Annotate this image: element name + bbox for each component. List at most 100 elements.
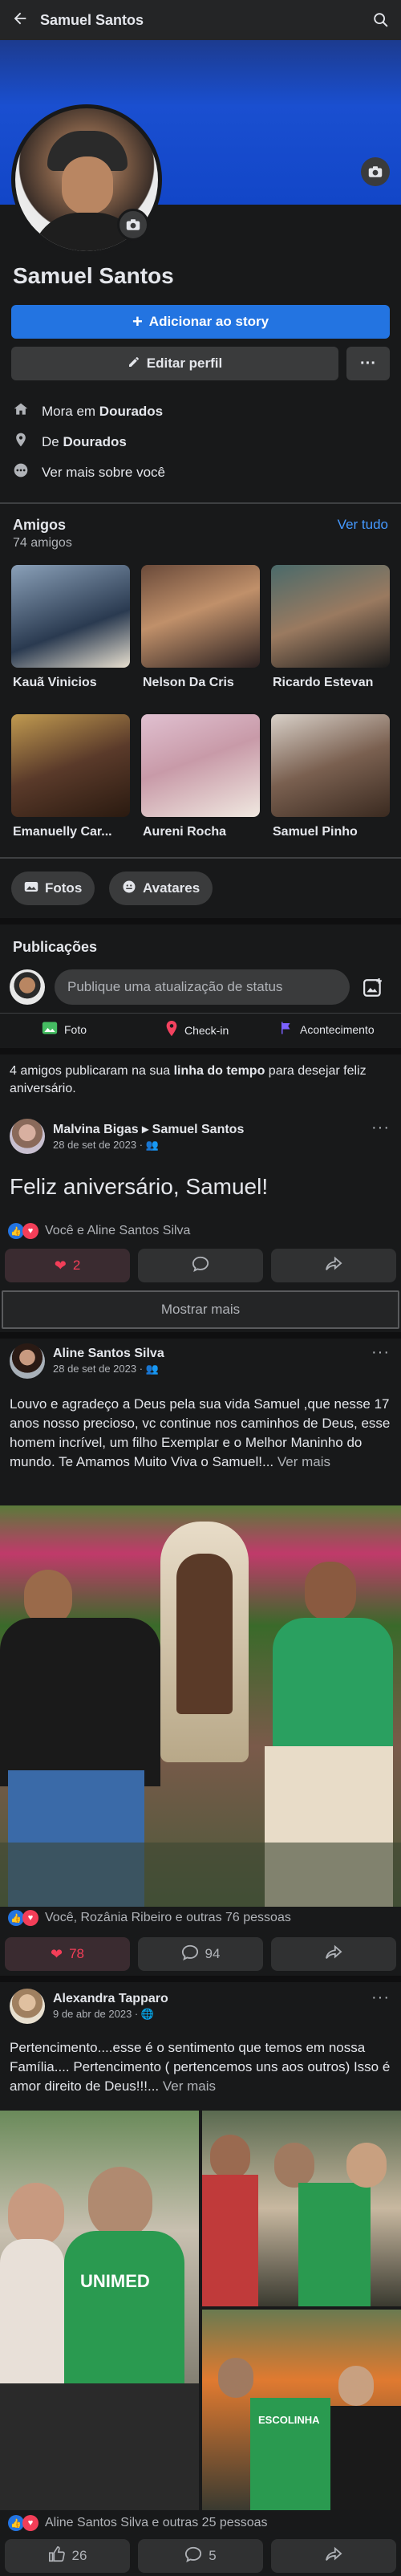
comment-icon: [192, 1255, 209, 1277]
composer-avatar[interactable]: [10, 969, 45, 1005]
share-icon: [325, 1944, 342, 1965]
love-reaction-icon: ♥: [22, 2515, 38, 2531]
birthday-notice: 4 amigos publicaram na sua linha do temp…: [10, 1064, 367, 1095]
post-header: Aline Santos Silva 28 de set de 2023 · 👥: [10, 1343, 164, 1379]
reaction-summary[interactable]: 👍 ♥ Você e Aline Santos Silva: [8, 1223, 190, 1239]
heart-icon: ❤: [50, 1945, 63, 1962]
thumbs-up-icon: [48, 2546, 66, 2567]
info-row-see-more[interactable]: Ver mais sobre você: [13, 462, 165, 482]
avatar-camera-icon[interactable]: [117, 209, 149, 241]
see-more-link[interactable]: Ver mais: [163, 2078, 216, 2094]
post-date: 9 de abr de 2023 · 🌐: [53, 2008, 155, 2020]
friend-name[interactable]: Emanuelly Car...: [13, 825, 133, 839]
love-button[interactable]: ❤ 78: [5, 1937, 130, 1971]
friend-name[interactable]: Aureni Rocha: [143, 825, 263, 839]
friend-photo[interactable]: [11, 565, 130, 668]
friends-count: 74 amigos: [13, 536, 72, 550]
author-avatar[interactable]: [10, 1343, 45, 1379]
section-gap: [0, 1976, 401, 1982]
post-author[interactable]: Malvina Bigas ▸ Samuel Santos: [53, 1121, 244, 1137]
post-text: Pertencimento....esse é o sentimento que…: [10, 2040, 391, 2094]
friend-photo[interactable]: [11, 714, 130, 817]
more-options-button[interactable]: ···: [346, 347, 390, 380]
post-photo[interactable]: [202, 2111, 401, 2306]
add-story-button[interactable]: + Adicionar ao story: [11, 305, 390, 339]
post-photo[interactable]: UNIMED: [0, 2111, 199, 2510]
author-avatar[interactable]: [10, 1119, 45, 1154]
tab-avatars[interactable]: Avatares: [109, 872, 213, 905]
post-author[interactable]: Alexandra Tapparo: [53, 1992, 168, 2006]
comment-button[interactable]: 94: [138, 1937, 263, 1971]
reaction-summary[interactable]: 👍 ♥ Aline Santos Silva e outras 25 pessoa…: [8, 2515, 268, 2531]
see-all-friends-link[interactable]: Ver tudo: [338, 517, 388, 533]
like-reaction-icon: 👍: [8, 1223, 24, 1239]
section-gap: [0, 1332, 401, 1339]
like-reaction-icon: 👍: [8, 1910, 24, 1926]
heart-icon: ❤: [54, 1257, 67, 1274]
post-menu-icon[interactable]: ···: [371, 1989, 390, 2007]
friend-name[interactable]: Samuel Pinho: [273, 825, 393, 839]
see-more-link[interactable]: Ver mais: [277, 1454, 330, 1469]
love-button[interactable]: ❤ 2: [5, 1249, 130, 1282]
post-menu-icon[interactable]: ···: [371, 1119, 390, 1137]
share-icon: [325, 1256, 342, 1276]
tab-photos[interactable]: Fotos: [11, 872, 95, 905]
cover-camera-icon[interactable]: [361, 157, 390, 186]
divider: [0, 857, 401, 859]
share-icon: [325, 2546, 342, 2566]
love-reaction-icon: ♥: [22, 1223, 38, 1239]
like-reaction-icon: 👍: [8, 2515, 24, 2531]
post-text: Feliz aniversário, Samuel!: [10, 1174, 269, 1199]
post-photo[interactable]: ESCOLINHA: [202, 2310, 401, 2510]
info-row-lives: Mora em Dourados: [13, 401, 163, 421]
friends-audience-icon: 👥: [145, 1363, 159, 1375]
divider: [0, 1013, 401, 1014]
share-button[interactable]: [271, 2539, 396, 2573]
add-photo-icon[interactable]: [359, 974, 387, 1002]
edit-profile-button[interactable]: Editar perfil: [11, 347, 338, 380]
friend-name[interactable]: Ricardo Estevan: [273, 676, 393, 690]
location-pin-icon: [13, 432, 29, 452]
checkin-icon: [165, 1021, 178, 1039]
more-dots-icon: [13, 462, 29, 482]
pencil-icon: [128, 356, 140, 372]
friend-name[interactable]: Kauã Vinicios: [13, 676, 133, 690]
comment-button[interactable]: 5: [138, 2539, 263, 2573]
reaction-summary[interactable]: 👍 ♥ Você, Rozânia Ribeiro e outras 76 pes…: [8, 1910, 291, 1926]
post-header: Malvina Bigas ▸ Samuel Santos 28 de set …: [10, 1119, 244, 1154]
status-update-input[interactable]: Publique uma atualização de status: [55, 969, 350, 1005]
divider: [0, 502, 401, 504]
section-gap: [0, 918, 401, 924]
like-button[interactable]: 26: [5, 2539, 130, 2573]
profile-name: Samuel Santos: [13, 263, 174, 288]
quick-action-event[interactable]: Acontecimento: [279, 1021, 375, 1038]
shirt-logo-text: UNIMED: [80, 2271, 150, 2291]
photos-icon: [24, 880, 38, 897]
arrow-left-icon[interactable]: [0, 8, 40, 33]
info-row-from: De Dourados: [13, 432, 127, 452]
friend-name[interactable]: Nelson Da Cris: [143, 676, 263, 690]
show-more-button[interactable]: Mostrar mais: [2, 1290, 399, 1329]
author-avatar[interactable]: [10, 1989, 45, 2024]
post-header: Alexandra Tapparo 9 de abr de 2023 · 🌐: [10, 1989, 168, 2024]
friend-photo[interactable]: [141, 714, 260, 817]
post-photo[interactable]: [0, 1505, 401, 1907]
post-text: Louvo e agradeço a Deus pela sua vida Sa…: [10, 1396, 391, 1469]
post-author[interactable]: Aline Santos Silva: [53, 1347, 164, 1361]
quick-action-photo[interactable]: Foto: [42, 1021, 87, 1038]
post-menu-icon[interactable]: ···: [371, 1343, 390, 1362]
plus-icon: +: [132, 311, 143, 331]
share-button[interactable]: [271, 1937, 396, 1971]
love-reaction-icon: ♥: [22, 1910, 38, 1926]
friend-photo[interactable]: [141, 565, 260, 668]
comment-button[interactable]: [138, 1249, 263, 1282]
friends-audience-icon: 👥: [145, 1139, 159, 1151]
top-bar: Samuel Santos: [0, 0, 401, 40]
section-gap: [0, 1048, 401, 1054]
friend-photo[interactable]: [271, 565, 390, 668]
quick-action-checkin[interactable]: Check-in: [165, 1021, 229, 1039]
share-button[interactable]: [271, 1249, 396, 1282]
search-icon[interactable]: [361, 11, 401, 29]
friend-photo[interactable]: [271, 714, 390, 817]
avatar-icon: [122, 880, 136, 898]
